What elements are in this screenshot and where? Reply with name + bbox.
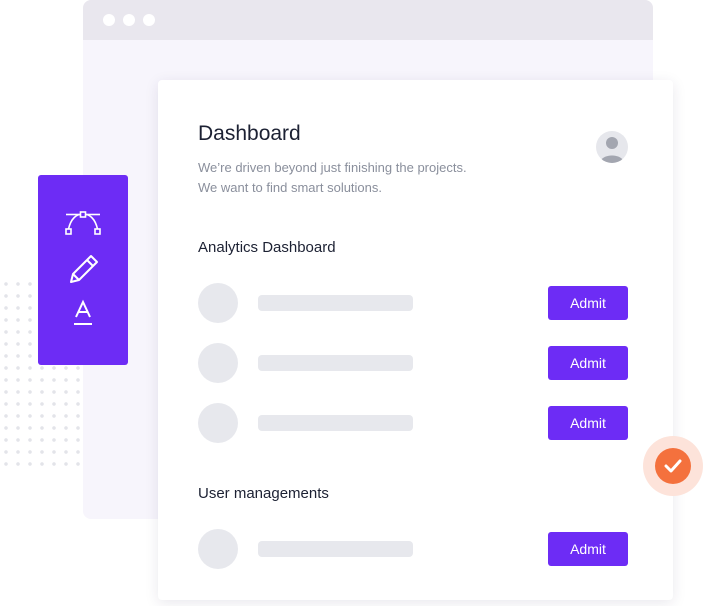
row-text-placeholder [258, 295, 413, 311]
success-badge [643, 436, 703, 496]
list-item: Admit [198, 403, 628, 443]
row-text-placeholder [258, 541, 413, 557]
list-item: Admit [198, 343, 628, 383]
row-avatar-placeholder [198, 529, 238, 569]
pencil-icon[interactable] [63, 250, 103, 290]
admit-button[interactable]: Admit [548, 532, 628, 566]
subtitle-line: We want to find smart solutions. [198, 180, 383, 195]
browser-title-bar [83, 0, 653, 40]
list-item: Admit [198, 529, 628, 569]
subtitle-line: We’re driven beyond just finishing the p… [198, 160, 467, 175]
text-color-icon[interactable] [63, 293, 103, 333]
page-title: Dashboard [198, 122, 301, 145]
row-avatar-placeholder [198, 403, 238, 443]
design-toolbar [38, 175, 128, 365]
bezier-curve-icon[interactable] [63, 203, 103, 243]
page-subtitle: We’re driven beyond just finishing the p… [198, 158, 467, 198]
window-dot-icon [123, 14, 135, 26]
user-management-heading: User managements [198, 485, 329, 502]
window-dot-icon [103, 14, 115, 26]
admit-button[interactable]: Admit [548, 286, 628, 320]
row-text-placeholder [258, 415, 413, 431]
user-icon [600, 137, 624, 163]
admit-button[interactable]: Admit [548, 406, 628, 440]
admit-button[interactable]: Admit [548, 346, 628, 380]
row-avatar-placeholder [198, 343, 238, 383]
row-avatar-placeholder [198, 283, 238, 323]
analytics-heading: Analytics Dashboard [198, 239, 336, 256]
row-text-placeholder [258, 355, 413, 371]
check-icon [655, 448, 691, 484]
dashboard-card: Dashboard We’re driven beyond just finis… [158, 80, 673, 600]
list-item: Admit [198, 283, 628, 323]
user-avatar[interactable] [596, 131, 628, 163]
window-dot-icon [143, 14, 155, 26]
